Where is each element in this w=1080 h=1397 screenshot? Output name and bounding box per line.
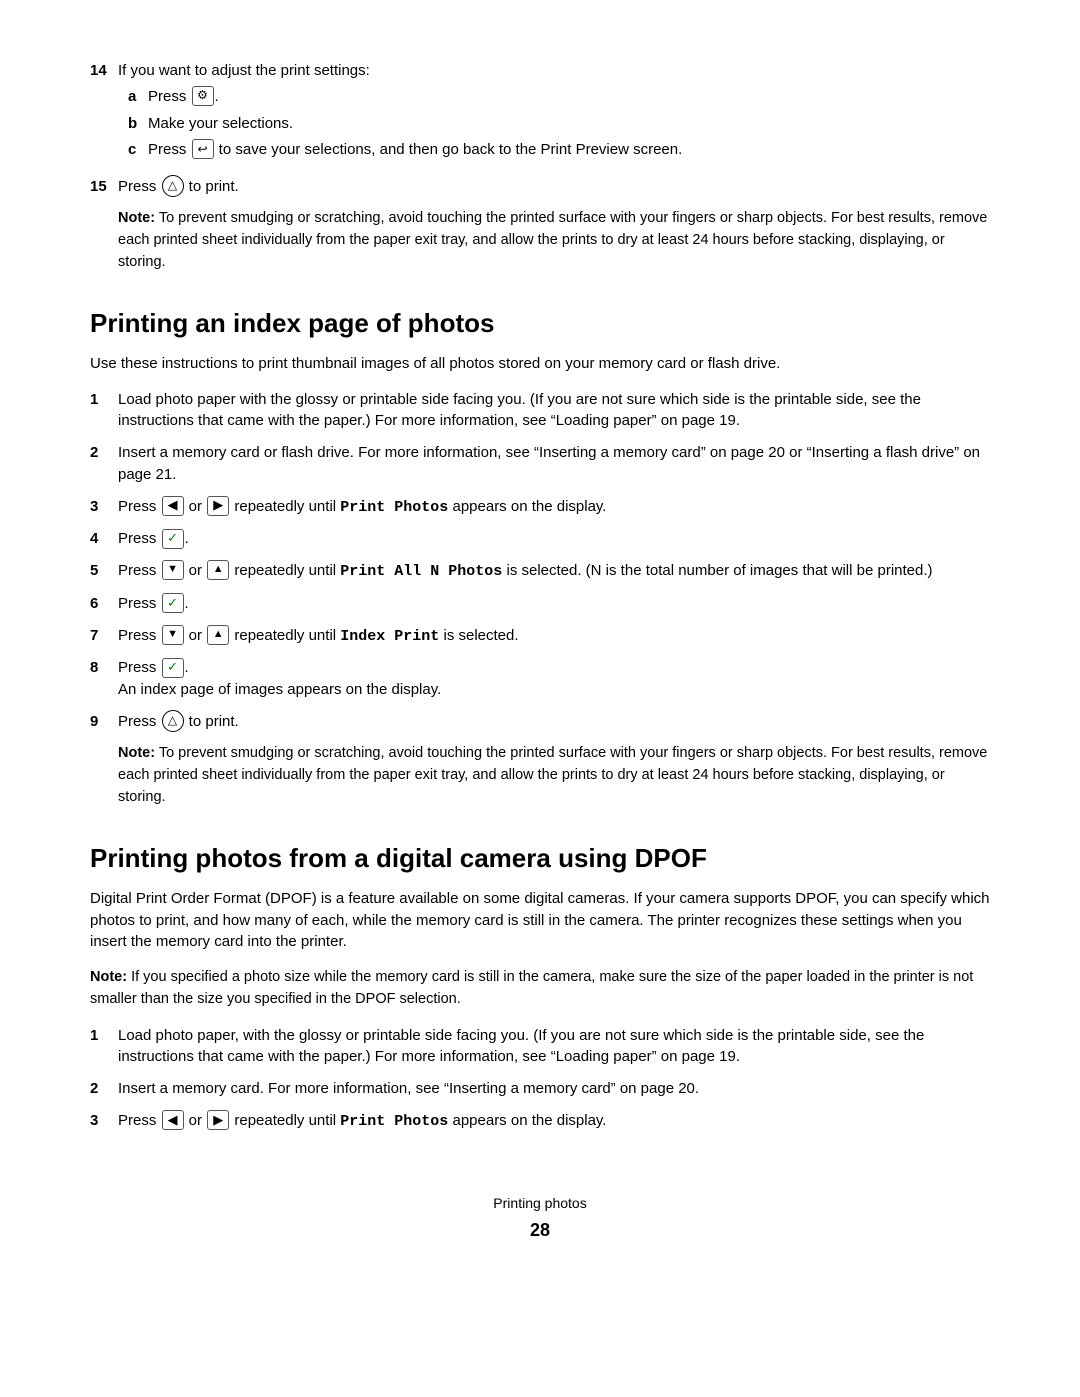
s2-step-3-num: 3 (90, 1110, 118, 1132)
step-14-content: If you want to adjust the print settings… (118, 60, 990, 166)
check-icon-6: ✓ (162, 593, 184, 613)
section1-intro: Use these instructions to print thumbnai… (90, 353, 990, 375)
s1-step-6: 6 Press ✓. (90, 593, 990, 615)
step-15-num: 15 (90, 176, 118, 198)
s1-step-3-content: Press ◀ or ▶ repeatedly until Print Phot… (118, 496, 990, 519)
s1-step-3-mono: Print Photos (340, 499, 448, 516)
s1-step-3: 3 Press ◀ or ▶ repeatedly until Print Ph… (90, 496, 990, 519)
down-arrow-icon-7: ▼ (162, 625, 184, 645)
step-14-sub: a Press ⚙. b Make your selections. c P (128, 86, 990, 161)
sub-step-a: a Press ⚙. (128, 86, 990, 108)
section2-steps: 1 Load photo paper, with the glossy or p… (90, 1025, 990, 1133)
up-arrow-icon-5: ▲ (207, 560, 229, 580)
s2-step-2: 2 Insert a memory card. For more informa… (90, 1078, 990, 1100)
sub-step-c: c Press ↩ to save your selections, and t… (128, 139, 990, 161)
page-footer: Printing photos 28 (90, 1193, 990, 1243)
s1-step-1: 1 Load photo paper with the glossy or pr… (90, 389, 990, 433)
footer-page-num: 28 (90, 1217, 990, 1243)
s1-step-7-content: Press ▼ or ▲ repeatedly until Index Prin… (118, 625, 990, 648)
section1-steps: 1 Load photo paper with the glossy or pr… (90, 389, 990, 733)
gear-icon: ⚙ (192, 86, 214, 106)
top-note-label: Note: (118, 210, 155, 226)
s1-step-9: 9 Press △ to print. (90, 711, 990, 733)
right-arrow-icon-s2: ▶ (207, 1110, 229, 1130)
s2-step-2-content: Insert a memory card. For more informati… (118, 1078, 990, 1100)
left-arrow-icon: ◀ (162, 496, 184, 516)
s2-step-3: 3 Press ◀ or ▶ repeatedly until Print Ph… (90, 1110, 990, 1133)
s1-step-4-content: Press ✓. (118, 528, 990, 550)
top-note-text: To prevent smudging or scratching, avoid… (118, 210, 987, 270)
s1-step-1-num: 1 (90, 389, 118, 411)
s1-step-8-num: 8 (90, 657, 118, 679)
print-icon-9: △ (162, 710, 184, 732)
sub-label-c: c (128, 139, 148, 161)
step-14: 14 If you want to adjust the print setti… (90, 60, 990, 166)
back-icon: ↩ (192, 139, 214, 159)
print-icon: △ (162, 175, 184, 197)
section1-note-text: To prevent smudging or scratching, avoid… (118, 745, 987, 805)
step-14-text: If you want to adjust the print settings… (118, 62, 370, 79)
s1-step-9-content: Press △ to print. (118, 711, 990, 733)
sub-c-content: Press ↩ to save your selections, and the… (148, 139, 682, 161)
footer-text: Printing photos (90, 1193, 990, 1213)
sub-label-b: b (128, 113, 148, 135)
top-section: 14 If you want to adjust the print setti… (90, 60, 990, 273)
up-arrow-icon-7: ▲ (207, 625, 229, 645)
s2-step-2-num: 2 (90, 1078, 118, 1100)
section2-title: Printing photos from a digital camera us… (90, 840, 990, 878)
section2-note: Note: If you specified a photo size whil… (90, 967, 990, 1011)
s1-step-2-content: Insert a memory card or flash drive. For… (118, 442, 990, 486)
s1-step-7-mono: Index Print (340, 628, 439, 645)
down-arrow-icon-5: ▼ (162, 560, 184, 580)
section2-note-label: Note: (90, 969, 127, 985)
right-arrow-icon: ▶ (207, 496, 229, 516)
s1-step-6-content: Press ✓. (118, 593, 990, 615)
s2-step-3-mono: Print Photos (340, 1113, 448, 1130)
step-15-content: Press △ to print. (118, 176, 990, 198)
s2-step-1-num: 1 (90, 1025, 118, 1047)
section-index-photos: Printing an index page of photos Use the… (90, 305, 990, 808)
check-icon-4: ✓ (162, 529, 184, 549)
s1-step-4: 4 Press ✓. (90, 528, 990, 550)
s1-step-6-num: 6 (90, 593, 118, 615)
s1-step-4-num: 4 (90, 528, 118, 550)
sub-a-press: Press (148, 88, 191, 105)
sub-step-b: b Make your selections. (128, 113, 990, 135)
s1-step-5-num: 5 (90, 560, 118, 582)
s1-step-7: 7 Press ▼ or ▲ repeatedly until Index Pr… (90, 625, 990, 648)
section2-intro1: Digital Print Order Format (DPOF) is a f… (90, 888, 990, 953)
section2-note-text: If you specified a photo size while the … (90, 969, 973, 1007)
s1-step-2-num: 2 (90, 442, 118, 464)
section-dpof: Printing photos from a digital camera us… (90, 840, 990, 1132)
left-arrow-icon-s2: ◀ (162, 1110, 184, 1130)
section1-note-label: Note: (118, 745, 155, 761)
section1-title: Printing an index page of photos (90, 305, 990, 343)
s1-step-9-num: 9 (90, 711, 118, 733)
section1-note: Note: To prevent smudging or scratching,… (118, 743, 990, 808)
sub-label-a: a (128, 86, 148, 108)
s1-step-5-mono: Print All N Photos (340, 563, 502, 580)
s1-step-8-content: Press ✓. An index page of images appears… (118, 657, 990, 701)
s1-step-8: 8 Press ✓. An index page of images appea… (90, 657, 990, 701)
s1-step-5: 5 Press ▼ or ▲ repeatedly until Print Al… (90, 560, 990, 583)
s2-step-1-content: Load photo paper, with the glossy or pri… (118, 1025, 990, 1069)
s1-step-1-content: Load photo paper with the glossy or prin… (118, 389, 990, 433)
s1-step-8-subnote: An index page of images appears on the d… (118, 681, 441, 698)
s2-step-3-content: Press ◀ or ▶ repeatedly until Print Phot… (118, 1110, 990, 1133)
check-icon-8: ✓ (162, 658, 184, 678)
sub-b-text: Make your selections. (148, 113, 293, 135)
s1-step-2: 2 Insert a memory card or flash drive. F… (90, 442, 990, 486)
step-15: 15 Press △ to print. (90, 176, 990, 198)
step-14-num: 14 (90, 60, 118, 82)
top-note: Note: To prevent smudging or scratching,… (118, 208, 990, 273)
s2-step-1: 1 Load photo paper, with the glossy or p… (90, 1025, 990, 1069)
s1-step-3-num: 3 (90, 496, 118, 518)
s1-step-7-num: 7 (90, 625, 118, 647)
s1-step-5-content: Press ▼ or ▲ repeatedly until Print All … (118, 560, 990, 583)
sub-a-content: Press ⚙. (148, 86, 219, 108)
